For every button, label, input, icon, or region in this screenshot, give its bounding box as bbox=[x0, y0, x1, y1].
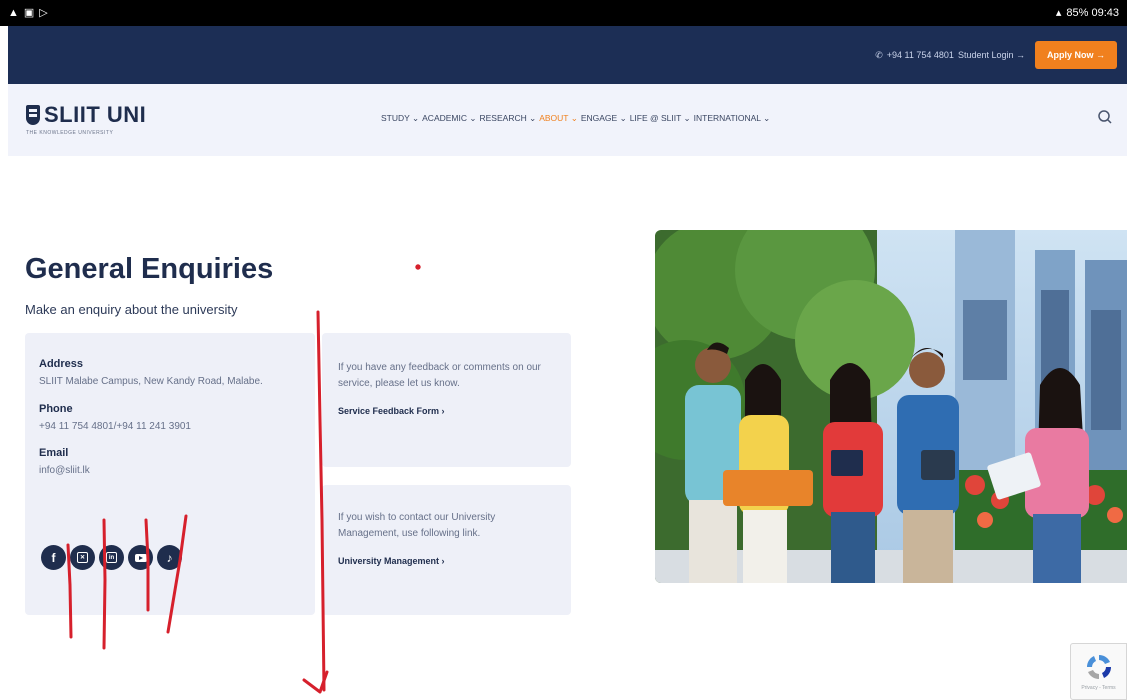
x-icon[interactable]: ✕ bbox=[70, 545, 95, 570]
status-time: 85% 09:43 bbox=[1066, 7, 1119, 19]
page-subtitle: Make an enquiry about the university bbox=[25, 302, 238, 317]
menu-item-research[interactable]: RESEARCH ⌄ bbox=[480, 113, 537, 124]
top-phone-link[interactable]: +94 11 754 4801 bbox=[887, 50, 954, 60]
menu-item-about[interactable]: ABOUT ⌄ bbox=[539, 113, 578, 124]
menu-item-international[interactable]: INTERNATIONAL ⌄ bbox=[694, 113, 771, 124]
main-header: SLIIT UNI THE KNOWLEDGE UNIVERSITY STUDY… bbox=[8, 84, 1127, 156]
address-label: Address bbox=[39, 358, 84, 370]
main-menu: STUDY ⌄ ACADEMIC ⌄ RESEARCH ⌄ ABOUT ⌄ EN… bbox=[381, 113, 770, 124]
logo-wordmark: SLIIT UNI bbox=[26, 102, 176, 128]
logo-shield-icon bbox=[26, 105, 40, 125]
logo-subtext: THE KNOWLEDGE UNIVERSITY bbox=[26, 130, 114, 136]
logo-text: SLIIT UNI bbox=[44, 102, 147, 127]
contact-card: Address SLIIT Malabe Campus, New Kandy R… bbox=[25, 333, 315, 615]
students-photo bbox=[655, 230, 1127, 583]
phone-label: Phone bbox=[39, 402, 73, 415]
media-icon: ▷ bbox=[39, 6, 48, 19]
warning-icon: ▲ bbox=[8, 6, 19, 19]
management-text: If you wish to contact our University Ma… bbox=[338, 512, 496, 539]
youtube-icon[interactable] bbox=[128, 545, 153, 570]
email-label: Email bbox=[39, 447, 69, 459]
facebook-icon[interactable]: f bbox=[41, 545, 66, 570]
service-feedback-link[interactable]: Service Feedback Form › bbox=[338, 406, 555, 416]
status-right: ▴ 85% 09:43 bbox=[1056, 7, 1119, 19]
feedback-text: If you have any feedback or comments on … bbox=[338, 362, 541, 389]
signal-icon: ▴ bbox=[1055, 6, 1062, 19]
social-links: f ✕ in ♪ bbox=[41, 545, 182, 570]
menu-item-academic[interactable]: ACADEMIC ⌄ bbox=[422, 113, 476, 124]
email-value[interactable]: info@sliit.lk bbox=[39, 463, 301, 479]
apply-now-button[interactable]: Apply Now → bbox=[1035, 41, 1117, 69]
search-icon[interactable] bbox=[1097, 109, 1113, 125]
phone-icon: ✆ bbox=[875, 49, 883, 60]
recaptcha-icon bbox=[1086, 654, 1111, 680]
linkedin-icon[interactable]: in bbox=[99, 545, 124, 570]
phone-value[interactable]: +94 11 754 4801/+94 11 241 3901 bbox=[39, 419, 301, 435]
university-management-link[interactable]: University Management › bbox=[338, 556, 555, 566]
menu-item-life[interactable]: LIFE @ SLIIT ⌄ bbox=[630, 113, 691, 124]
student-login-link[interactable]: Student Login → bbox=[958, 50, 1025, 60]
page-title: General Enquiries bbox=[25, 253, 274, 285]
menu-item-study[interactable]: STUDY ⌄ bbox=[381, 113, 419, 124]
site-logo[interactable]: SLIIT UNI THE KNOWLEDGE UNIVERSITY bbox=[26, 102, 176, 142]
status-left: ▲ ▣ ▷ bbox=[8, 6, 48, 19]
top-utility-bar: ✆ +94 11 754 4801 Student Login → Apply … bbox=[8, 26, 1127, 84]
management-card: If you wish to contact our University Ma… bbox=[322, 485, 571, 615]
recaptcha-footer: Privacy - Terms bbox=[1081, 685, 1116, 691]
feedback-card: If you have any feedback or comments on … bbox=[322, 333, 571, 467]
page: ▲ ▣ ▷ ▴ 85% 09:43 ✆ +94 11 754 4801 Stud… bbox=[0, 0, 1127, 700]
tiktok-icon[interactable]: ♪ bbox=[157, 545, 182, 570]
status-bar: ▲ ▣ ▷ ▴ 85% 09:43 bbox=[0, 0, 1127, 26]
recaptcha-badge[interactable]: Privacy - Terms bbox=[1070, 643, 1127, 700]
address-value: SLIIT Malabe Campus, New Kandy Road, Mal… bbox=[39, 376, 263, 387]
gallery-icon: ▣ bbox=[23, 6, 35, 19]
menu-item-engage[interactable]: ENGAGE ⌄ bbox=[581, 113, 627, 124]
top-contact-links: ✆ +94 11 754 4801 Student Login → bbox=[875, 50, 1025, 61]
